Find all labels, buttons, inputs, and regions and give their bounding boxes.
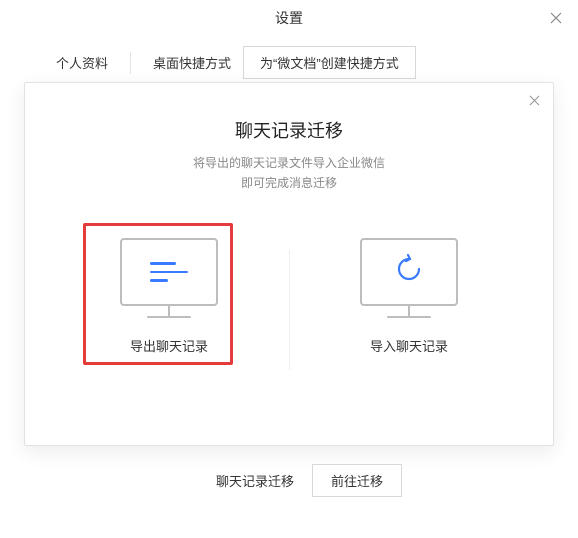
refresh-icon xyxy=(394,254,424,289)
monitor-icon xyxy=(120,238,218,318)
option-export-label: 导出聊天记录 xyxy=(130,336,208,355)
option-import[interactable]: 导入聊天记录 xyxy=(289,238,529,355)
go-migrate-button[interactable]: 前往迁移 xyxy=(312,464,402,497)
modal-subtitle-line: 将导出的聊天记录文件导入企业微信 xyxy=(25,153,553,173)
tab-profile[interactable]: 个人资料 xyxy=(44,47,120,78)
text-lines-icon xyxy=(150,262,188,282)
option-export[interactable]: 导出聊天记录 xyxy=(49,238,289,355)
chat-migration-modal: 聊天记录迁移 将导出的聊天记录文件导入企业微信 即可完成消息迁移 导出聊天记录 xyxy=(24,82,554,446)
close-icon xyxy=(550,12,562,24)
divider xyxy=(130,52,131,74)
modal-title: 聊天记录迁移 xyxy=(25,117,553,143)
monitor-icon xyxy=(360,238,458,318)
modal-subtitle: 将导出的聊天记录文件导入企业微信 即可完成消息迁移 xyxy=(25,153,553,194)
tab-create-doc-shortcut[interactable]: 为“微文档”创建快捷方式 xyxy=(243,46,416,79)
settings-window: 设置 个人资料 桌面快捷方式 为“微文档”创建快捷方式 聊天记录迁移 将导出的聊… xyxy=(0,0,578,538)
bottom-label: 聊天记录迁移 xyxy=(216,471,294,490)
modal-close-button[interactable] xyxy=(525,91,543,109)
options-row: 导出聊天记录 导入聊天记录 xyxy=(25,238,553,355)
close-icon xyxy=(529,95,540,106)
window-title: 设置 xyxy=(275,8,303,28)
window-close-button[interactable] xyxy=(546,8,566,28)
bottom-row: 聊天记录迁移 前往迁移 xyxy=(0,464,578,497)
modal-header: 聊天记录迁移 将导出的聊天记录文件导入企业微信 即可完成消息迁移 xyxy=(25,83,553,194)
title-bar: 设置 xyxy=(0,0,578,36)
tab-desktop-shortcut[interactable]: 桌面快捷方式 xyxy=(141,47,243,78)
option-import-label: 导入聊天记录 xyxy=(370,336,448,355)
modal-subtitle-line: 即可完成消息迁移 xyxy=(25,173,553,193)
